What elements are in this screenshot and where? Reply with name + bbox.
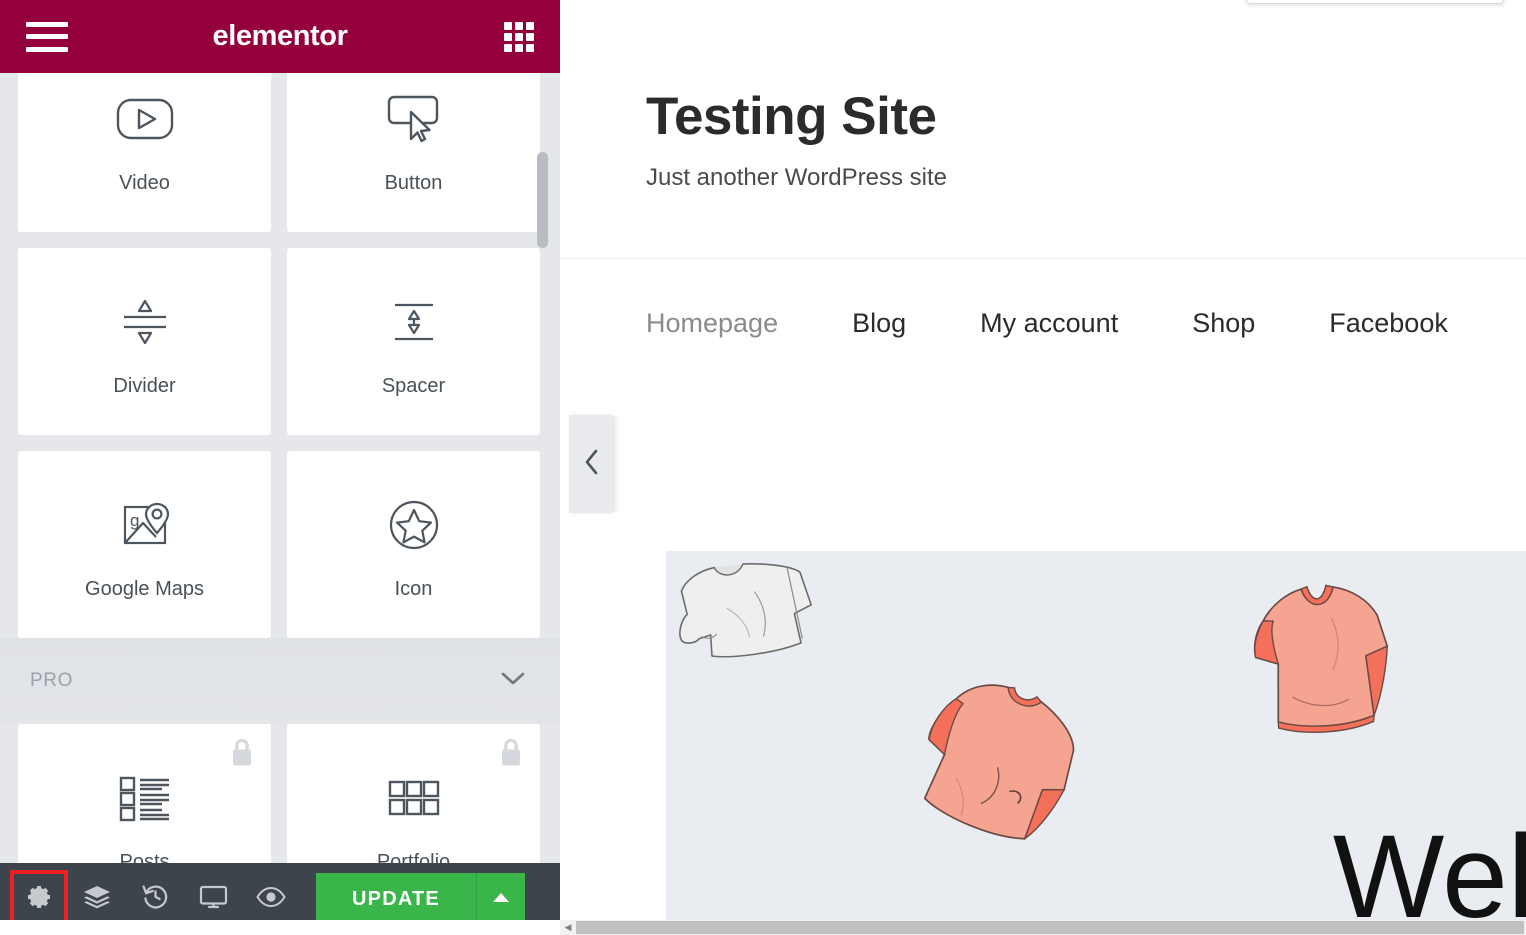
lock-icon <box>498 738 524 773</box>
eye-icon <box>256 886 286 913</box>
scrollbar-gutter <box>0 920 560 935</box>
monitor-icon <box>199 884 228 914</box>
hero-section[interactable]: Wel <box>666 551 1526 920</box>
browser-popup-fragment <box>1246 0 1504 4</box>
spacer-icon <box>385 285 443 359</box>
elementor-editor: elementor Video Button Divider Spacer g … <box>0 0 1526 935</box>
panel-scrollbar-thumb[interactable] <box>537 152 548 248</box>
widget-label: Video <box>119 172 170 194</box>
widget-card-icon[interactable]: Icon <box>287 451 540 638</box>
nav-list: Homepage Blog My account Shop Facebook <box>560 259 1526 388</box>
widget-grid: Video Button Divider Spacer g Google Map… <box>0 73 560 638</box>
update-options-button[interactable] <box>476 873 525 925</box>
button-icon <box>383 82 445 156</box>
widget-label: Icon <box>394 578 433 600</box>
salmon-vneck-tshirt-illustration <box>1253 584 1389 733</box>
widget-card-button[interactable]: Button <box>287 73 540 232</box>
grey-tshirt-illustration <box>679 562 812 658</box>
video-icon <box>114 82 176 156</box>
site-preview-canvas[interactable]: Testing Site Just another WordPress site… <box>560 0 1526 920</box>
widget-card-posts[interactable]: Posts <box>18 724 271 863</box>
divider-icon <box>116 285 174 359</box>
update-button[interactable]: UPDATE <box>316 873 476 925</box>
panel-scrollbar-track[interactable] <box>537 75 554 860</box>
pro-widget-grid: Posts Portfolio <box>0 724 560 863</box>
hero-welcome-heading: Wel <box>1332 811 1526 920</box>
lock-icon <box>229 738 255 773</box>
history-icon <box>142 883 169 915</box>
panel-collapse-handle[interactable] <box>569 415 615 513</box>
salmon-tshirt-tossed-illustration <box>923 684 1075 841</box>
caret-up-icon <box>492 890 510 908</box>
panel-header: elementor <box>0 0 560 73</box>
panel-scroll-area[interactable]: Video Button Divider Spacer g Google Map… <box>0 73 560 863</box>
google-maps-icon: g <box>116 488 174 562</box>
scroll-left-arrow-icon[interactable]: ◀ <box>560 920 576 935</box>
nav-item-blog[interactable]: Blog <box>852 308 906 339</box>
elementor-logo: elementor <box>212 20 348 52</box>
pro-section-label: PRO <box>30 670 73 691</box>
widgets-grid-icon[interactable] <box>504 21 534 52</box>
nav-item-facebook[interactable]: Facebook <box>1329 308 1448 339</box>
widget-label: Divider <box>113 375 176 397</box>
widget-card-portfolio[interactable]: Portfolio <box>287 724 540 863</box>
layers-icon <box>83 884 111 915</box>
widget-label: Portfolio <box>376 851 451 863</box>
gear-icon <box>26 884 52 915</box>
widget-label: Posts <box>119 851 170 863</box>
widget-card-google-maps[interactable]: g Google Maps <box>18 451 271 638</box>
nav-item-my-account[interactable]: My account <box>980 308 1118 339</box>
star-icon <box>385 488 443 562</box>
widget-label: Google Maps <box>85 578 204 600</box>
elementor-widgets-panel: elementor Video Button Divider Spacer g … <box>0 0 560 935</box>
nav-item-shop[interactable]: Shop <box>1192 308 1255 339</box>
widget-label: Button <box>384 172 443 194</box>
hamburger-icon[interactable] <box>26 21 68 52</box>
chevron-down-icon[interactable] <box>500 670 526 692</box>
pro-section-header[interactable]: PRO <box>0 638 560 724</box>
nav-item-homepage[interactable]: Homepage <box>646 308 778 339</box>
widget-label: Spacer <box>381 375 446 397</box>
horizontal-scrollbar-thumb[interactable] <box>576 921 1524 934</box>
horizontal-scrollbar[interactable]: ◀ <box>560 920 1526 935</box>
page-title: Testing Site <box>646 87 937 146</box>
posts-list-icon <box>114 761 176 835</box>
chevron-left-icon <box>584 449 600 480</box>
page-tagline: Just another WordPress site <box>646 164 948 191</box>
widget-card-video[interactable]: Video <box>18 73 271 232</box>
widget-card-divider[interactable]: Divider <box>18 248 271 435</box>
widget-card-spacer[interactable]: Spacer <box>287 248 540 435</box>
update-group: UPDATE <box>316 873 525 925</box>
portfolio-grid-icon <box>383 761 445 835</box>
svg-text:g: g <box>130 511 139 530</box>
site-navigation: Homepage Blog My account Shop Facebook <box>560 258 1526 388</box>
